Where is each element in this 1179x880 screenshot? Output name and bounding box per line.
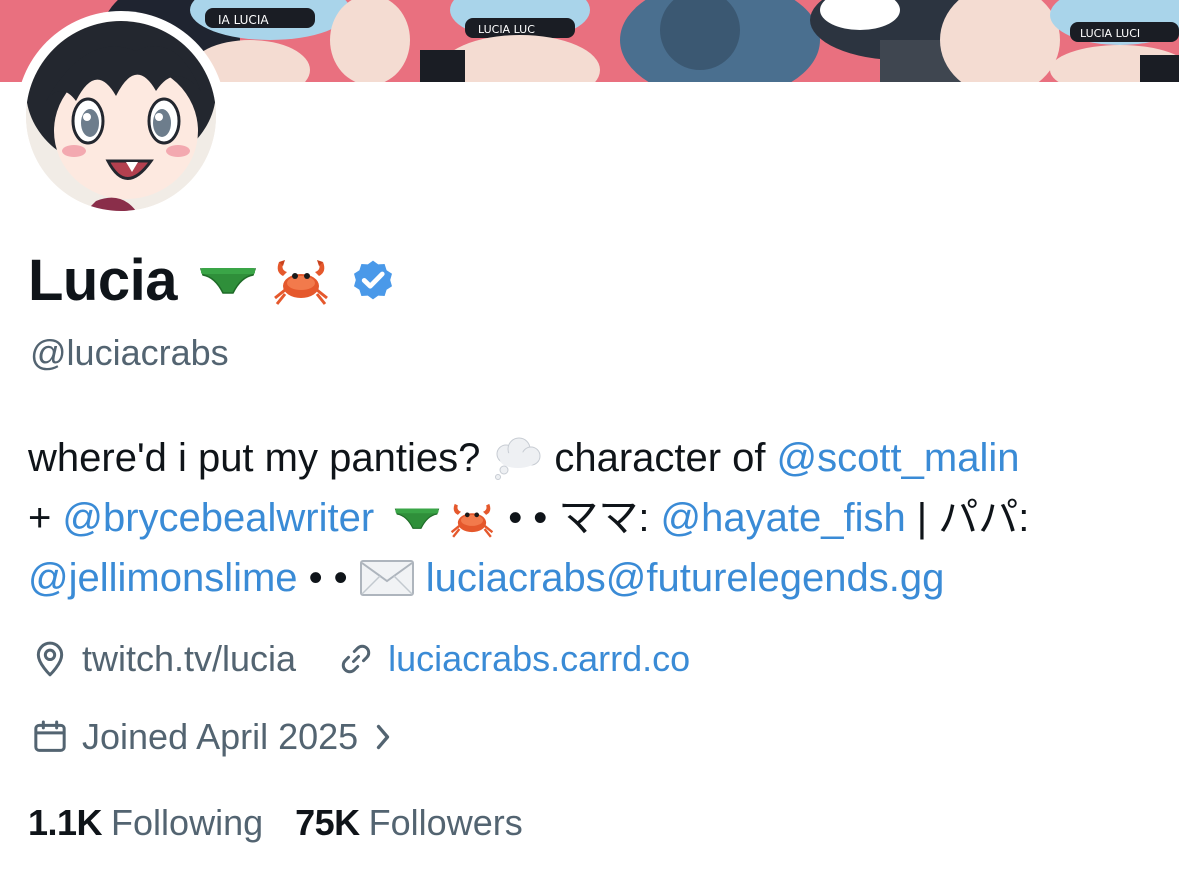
bio-text: | パパ: — [916, 496, 1030, 540]
thought-bubble-icon — [492, 436, 542, 480]
location-pin-icon — [36, 641, 64, 677]
crab-emoji-icon — [273, 254, 329, 306]
green-briefs-emoji-icon — [394, 505, 440, 531]
bio-line-1: where'd i put my panties? character of @… — [28, 428, 1168, 488]
bio-text: character of — [554, 436, 766, 480]
joined-text: Joined April 2025 — [82, 716, 359, 757]
following-label: Following — [111, 802, 264, 843]
verified-badge-icon[interactable] — [349, 256, 397, 304]
crab-emoji-icon — [450, 497, 494, 539]
followers-stat[interactable]: 75K Followers — [295, 802, 523, 844]
mention-link[interactable]: @jellimonslime — [28, 548, 298, 608]
link-icon — [341, 644, 371, 674]
website-item[interactable]: luciacrabs.carrd.co — [336, 638, 690, 680]
website-link[interactable]: luciacrabs.carrd.co — [388, 638, 690, 680]
location-text: twitch.tv/lucia — [82, 638, 297, 679]
bio-line-3: @jellimonslime • • luciacrabs@futurelege… — [28, 548, 1168, 608]
mention-link[interactable]: @scott_malin — [777, 428, 1020, 488]
banner-text-2: LUCIA LUC — [478, 23, 535, 36]
profile-page: IA LUCIA LUCIA LUC LUCIA LUCI Lucia @luc… — [0, 0, 1179, 880]
location-item: twitch.tv/lucia — [30, 638, 296, 680]
green-briefs-emoji-icon — [199, 265, 257, 295]
followers-count: 75K — [295, 802, 360, 843]
profile-meta-row: twitch.tv/lucia luciacrabs.carrd.co — [30, 634, 730, 684]
banner-text-1: IA LUCIA — [218, 13, 269, 27]
followers-label: Followers — [368, 802, 523, 843]
display-name: Lucia — [28, 247, 178, 313]
envelope-icon — [359, 560, 414, 596]
handle: @luciacrabs — [30, 332, 229, 373]
bio-line-2: + @brycebealwriter • • ママ: @hayate_fish … — [28, 488, 1168, 548]
joined-item[interactable]: Joined April 2025 — [30, 716, 406, 758]
bio: where'd i put my panties? character of @… — [28, 428, 1168, 608]
follow-stats: 1.1K Following 75K Followers — [28, 798, 555, 848]
calendar-icon — [34, 720, 66, 752]
name-row: Lucia — [28, 244, 397, 316]
banner-text-3: LUCIA LUCI — [1080, 27, 1140, 40]
mention-link[interactable]: @brycebealwriter — [62, 488, 374, 548]
bio-text: • • — [308, 556, 348, 600]
bio-text: where'd i put my panties? — [28, 436, 481, 480]
avatar-border — [16, 11, 226, 221]
avatar[interactable] — [26, 21, 216, 211]
bio-text: • • ママ: — [508, 496, 650, 540]
joined-row[interactable]: Joined April 2025 — [30, 712, 406, 762]
mention-link[interactable]: @hayate_fish — [661, 488, 906, 548]
chevron-right-icon — [377, 724, 390, 750]
following-stat[interactable]: 1.1K Following — [28, 802, 263, 844]
email-link[interactable]: luciacrabs@futurelegends.gg — [426, 548, 945, 608]
following-count: 1.1K — [28, 802, 103, 843]
bio-text: + — [28, 496, 52, 540]
